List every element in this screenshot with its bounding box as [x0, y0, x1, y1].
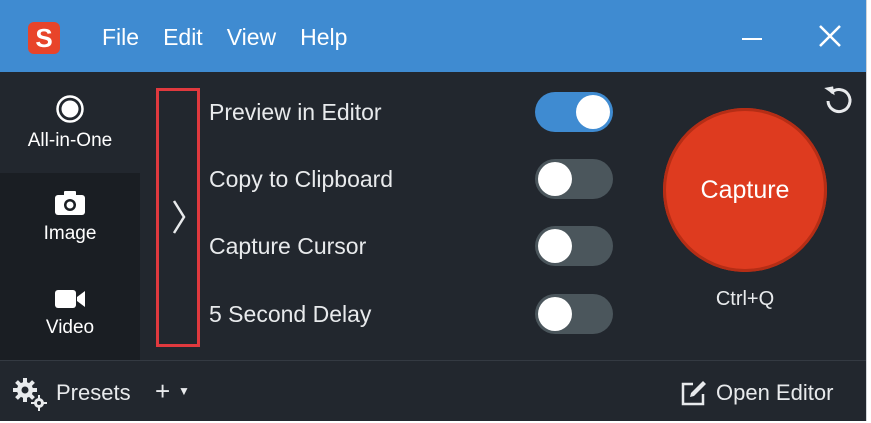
mode-label: All-in-One	[27, 130, 113, 151]
capture-mode-sidebar: All-in-One Image Video	[0, 72, 140, 360]
toggle-copy-to-clipboard[interactable]	[535, 159, 613, 199]
menu-bar: File Edit View Help	[102, 24, 371, 51]
toggle-5-second-delay[interactable]	[535, 294, 613, 334]
video-camera-icon	[55, 290, 85, 308]
presets-button[interactable]: Presets	[56, 380, 131, 406]
bottom-bar: Presets + ▼ Open Editor	[0, 360, 866, 421]
mode-video[interactable]: Video	[0, 267, 140, 360]
record-circle-icon	[56, 95, 84, 123]
edit-icon[interactable]	[679, 380, 707, 408]
toggle-knob	[538, 162, 572, 196]
chevron-down-icon[interactable]: ▼	[178, 384, 190, 398]
toggle-knob	[576, 95, 610, 129]
minimize-icon[interactable]	[735, 18, 771, 54]
title-bar: S File Edit View Help	[0, 0, 866, 72]
mode-image[interactable]: Image	[0, 173, 140, 267]
open-editor-button[interactable]: Open Editor	[716, 380, 833, 406]
chevron-right-icon	[172, 200, 186, 234]
mode-all-in-one[interactable]: All-in-One	[0, 72, 140, 166]
capture-shortcut: Ctrl+Q	[715, 288, 775, 310]
close-icon[interactable]	[812, 18, 848, 54]
toggle-capture-cursor[interactable]	[535, 226, 613, 266]
menu-edit[interactable]: Edit	[163, 24, 203, 51]
option-copy-to-clipboard: Copy to Clipboard	[209, 157, 614, 201]
mode-label: Image	[43, 223, 97, 244]
snagit-capture-window: S File Edit View Help All-in-One Image V…	[0, 0, 867, 421]
camera-icon	[55, 191, 85, 215]
toggle-knob	[538, 297, 572, 331]
toggle-knob	[538, 229, 572, 263]
expand-options-panel[interactable]	[156, 88, 200, 347]
snagit-logo: S	[28, 22, 60, 54]
gear-icon[interactable]	[12, 377, 48, 411]
mode-label: Video	[45, 317, 95, 338]
add-preset-button[interactable]: +	[155, 376, 170, 407]
option-label: 5 Second Delay	[209, 301, 372, 327]
option-capture-cursor: Capture Cursor	[209, 224, 614, 268]
option-preview-in-editor: Preview in Editor	[209, 90, 614, 134]
option-label: Capture Cursor	[209, 233, 367, 259]
toggle-preview-in-editor[interactable]	[535, 92, 613, 132]
menu-help[interactable]: Help	[300, 24, 347, 51]
menu-file[interactable]: File	[102, 24, 139, 51]
menu-view[interactable]: View	[227, 24, 276, 51]
reset-icon[interactable]	[822, 84, 856, 118]
option-5-second-delay: 5 Second Delay	[209, 292, 614, 336]
option-label: Preview in Editor	[209, 99, 382, 125]
capture-button[interactable]: Capture	[663, 108, 827, 272]
option-label: Copy to Clipboard	[209, 166, 394, 192]
